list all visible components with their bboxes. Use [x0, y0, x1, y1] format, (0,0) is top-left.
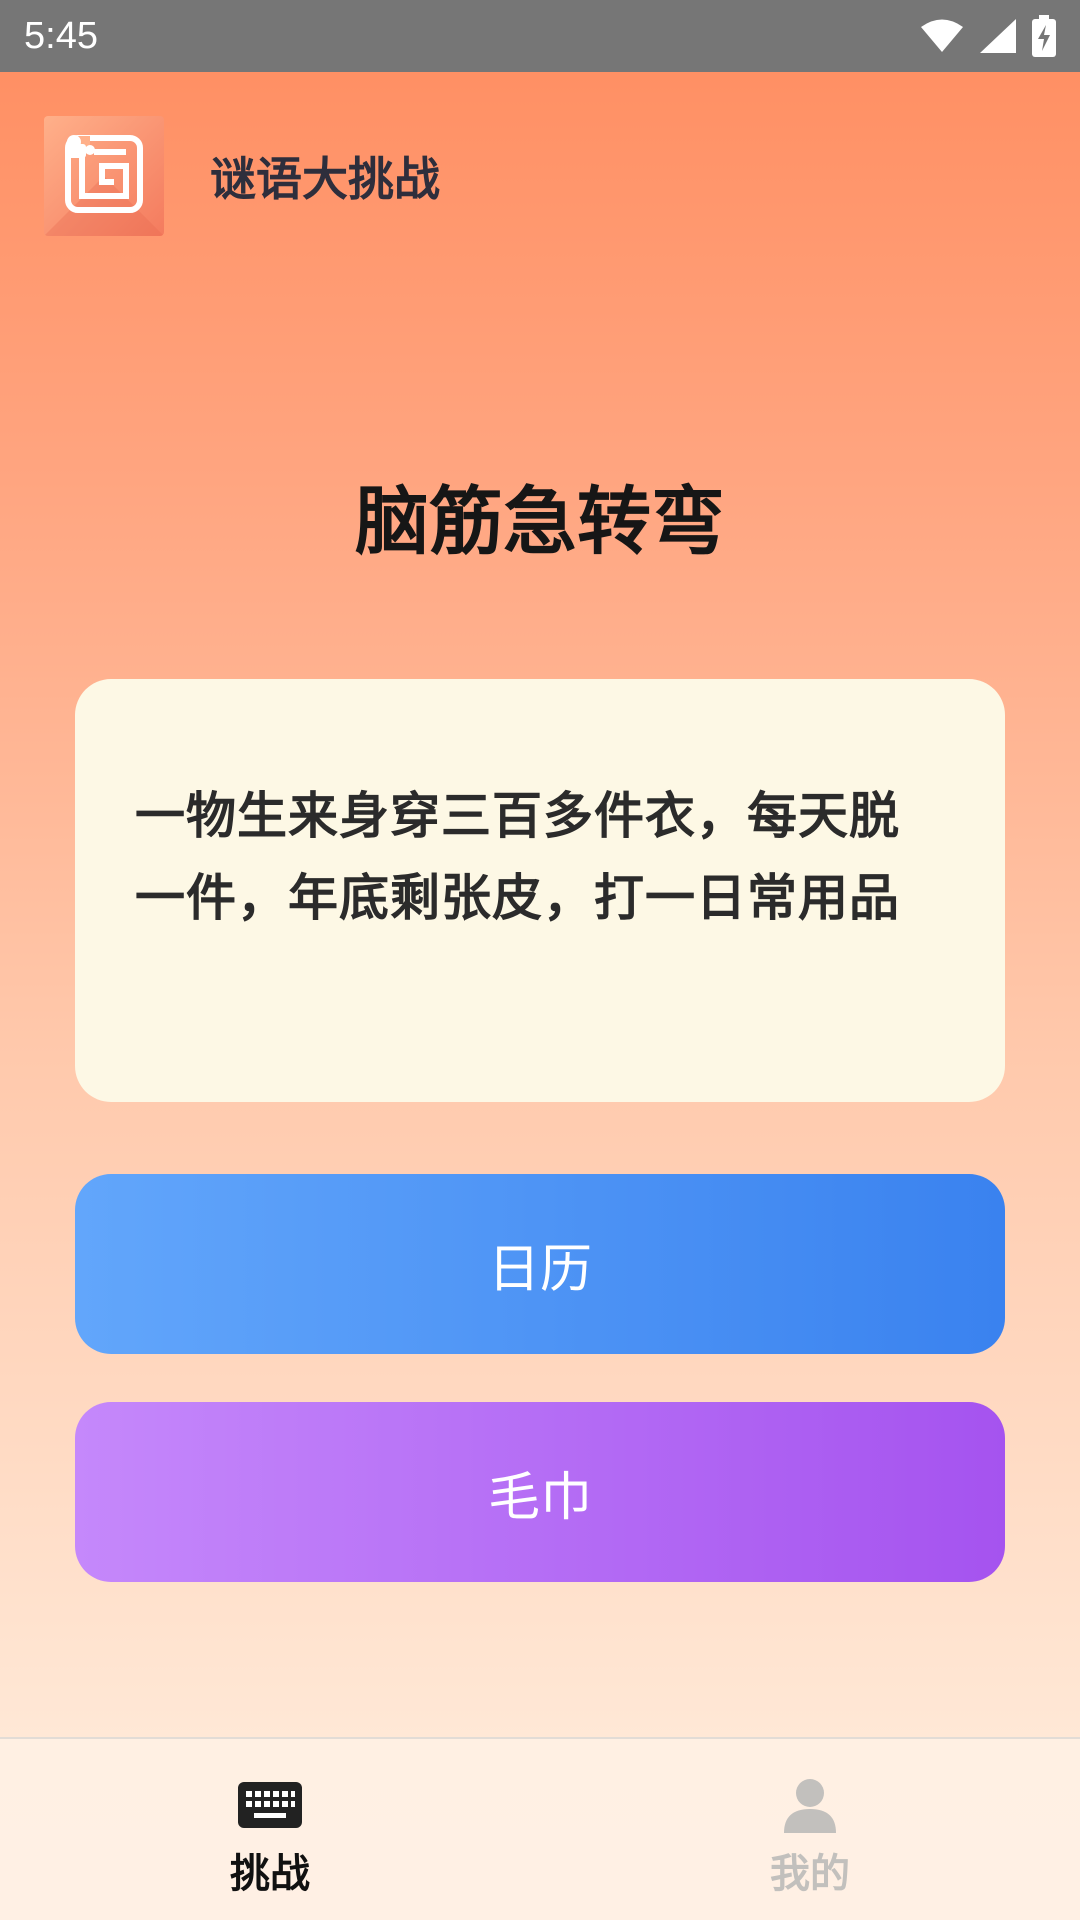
status-icons [920, 15, 1056, 57]
puzzle-maze-icon [44, 116, 164, 236]
riddle-card: 一物生来身穿三百多件衣，每天脱一件，年底剩张皮，打一日常用品 [75, 679, 1005, 1102]
wifi-icon [921, 19, 963, 52]
app-title: 谜语大挑战 [210, 152, 440, 206]
riddle-text: 一物生来身穿三百多件衣，每天脱一件，年底剩张皮，打一日常用品 [135, 787, 900, 927]
status-bar: 5:45 [0, 0, 1080, 72]
battery-charging-icon [1032, 15, 1056, 57]
signal-icon [980, 19, 1016, 53]
answer-option-b-button[interactable]: 毛巾 [75, 1402, 1005, 1582]
tab-mine-label: 我的 [770, 1851, 850, 1897]
answer-option-a-button[interactable]: 日历 [75, 1174, 1005, 1354]
tab-challenge-label: 挑战 [230, 1851, 310, 1897]
app-header: 谜语大挑战 [44, 116, 440, 236]
person-icon [782, 1777, 838, 1833]
page-title: 脑筋急转弯 [355, 479, 725, 565]
status-time: 5:45 [24, 14, 98, 57]
tab-challenge[interactable]: 挑战 [0, 1739, 540, 1920]
tab-mine[interactable]: 我的 [540, 1739, 1080, 1920]
keyboard-icon [238, 1777, 302, 1833]
bottom-tab-bar: 挑战 我的 [0, 1737, 1080, 1920]
